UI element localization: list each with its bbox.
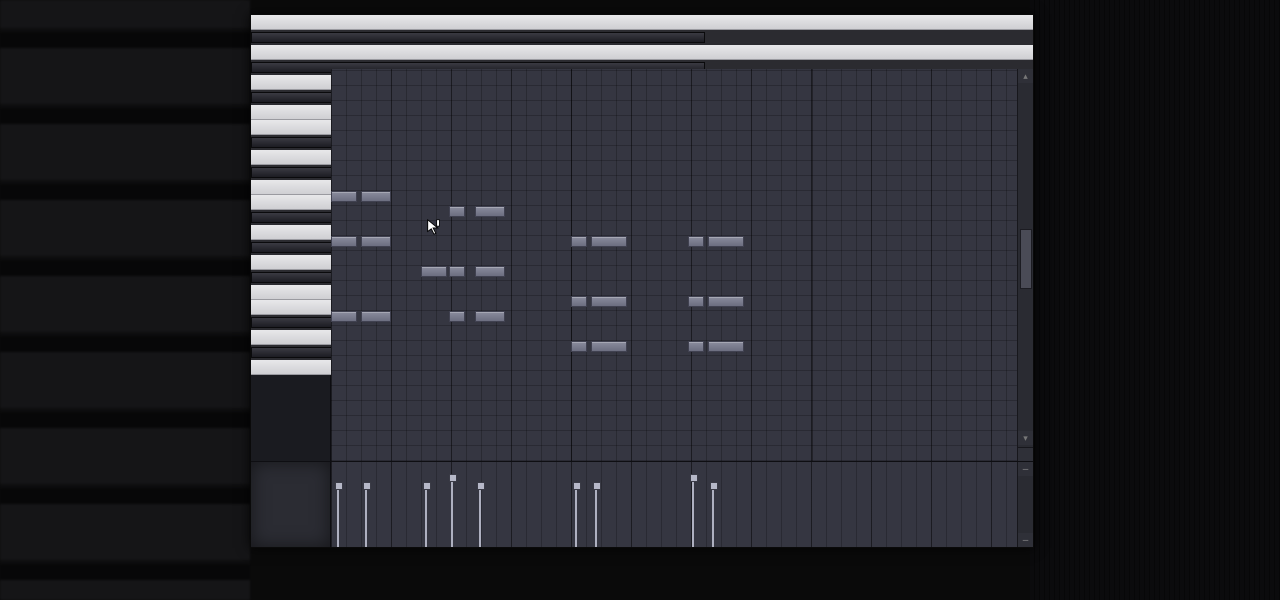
midi-note[interactable] [708, 341, 744, 352]
background-pattern [1030, 0, 1280, 600]
midi-note[interactable] [591, 296, 627, 307]
midi-note[interactable] [475, 266, 505, 277]
midi-note[interactable] [449, 311, 465, 322]
midi-note[interactable] [475, 206, 505, 217]
midi-note[interactable] [331, 191, 357, 202]
background-piano [0, 0, 250, 600]
velocity-bar[interactable] [365, 485, 367, 547]
midi-note[interactable] [571, 236, 587, 247]
velocity-bar[interactable] [337, 485, 339, 547]
piano-keyboard[interactable] [251, 69, 331, 461]
velocity-bar[interactable] [451, 477, 453, 547]
zoom-handle-v[interactable] [1018, 447, 1033, 461]
plus-icon[interactable]: – [1018, 533, 1033, 547]
midi-note[interactable] [708, 296, 744, 307]
white-key[interactable] [251, 45, 1033, 60]
midi-note[interactable] [361, 311, 391, 322]
velocity-grid[interactable] [331, 462, 1017, 547]
midi-note[interactable] [708, 236, 744, 247]
velocity-bar[interactable] [479, 485, 481, 547]
bar-lines [331, 69, 1017, 461]
velocity-bar[interactable] [575, 485, 577, 547]
midi-note[interactable] [475, 311, 505, 322]
midi-note[interactable] [688, 341, 704, 352]
midi-note[interactable] [571, 296, 587, 307]
midi-note[interactable] [591, 341, 627, 352]
midi-note[interactable] [331, 236, 357, 247]
black-key[interactable] [251, 30, 1033, 45]
midi-note[interactable] [449, 266, 465, 277]
minus-icon[interactable]: – [1018, 462, 1033, 476]
note-grid[interactable] [331, 69, 1017, 461]
velocity-editor: – – [251, 461, 1033, 547]
velocity-label-area [251, 462, 331, 547]
midi-note[interactable] [688, 296, 704, 307]
velocity-bar[interactable] [595, 485, 597, 547]
velocity-zoom[interactable]: – – [1017, 462, 1033, 547]
piano-roll-window: ≡ ➤ ✎ 〰 ◧ ✂ ▭ 🔍 ▶ ■ ● ↻ ▤ Piano roll - B… [250, 14, 1034, 548]
velocity-bar[interactable] [712, 485, 714, 547]
white-key[interactable] [251, 15, 1033, 30]
velocity-bar[interactable] [425, 485, 427, 547]
midi-note[interactable] [571, 341, 587, 352]
midi-note[interactable] [449, 206, 465, 217]
midi-note[interactable] [421, 266, 447, 277]
piano-roll-body: ▴ ▾ [251, 69, 1033, 461]
midi-note[interactable] [361, 191, 391, 202]
scroll-thumb[interactable] [1020, 229, 1032, 289]
midi-note[interactable] [331, 311, 357, 322]
vertical-scrollbar[interactable]: ▴ ▾ [1017, 69, 1033, 461]
midi-note[interactable] [361, 236, 391, 247]
midi-note[interactable] [688, 236, 704, 247]
scroll-down-icon[interactable]: ▾ [1018, 431, 1033, 445]
scroll-up-icon[interactable]: ▴ [1018, 69, 1033, 83]
velocity-bar[interactable] [692, 477, 694, 547]
midi-note[interactable] [591, 236, 627, 247]
